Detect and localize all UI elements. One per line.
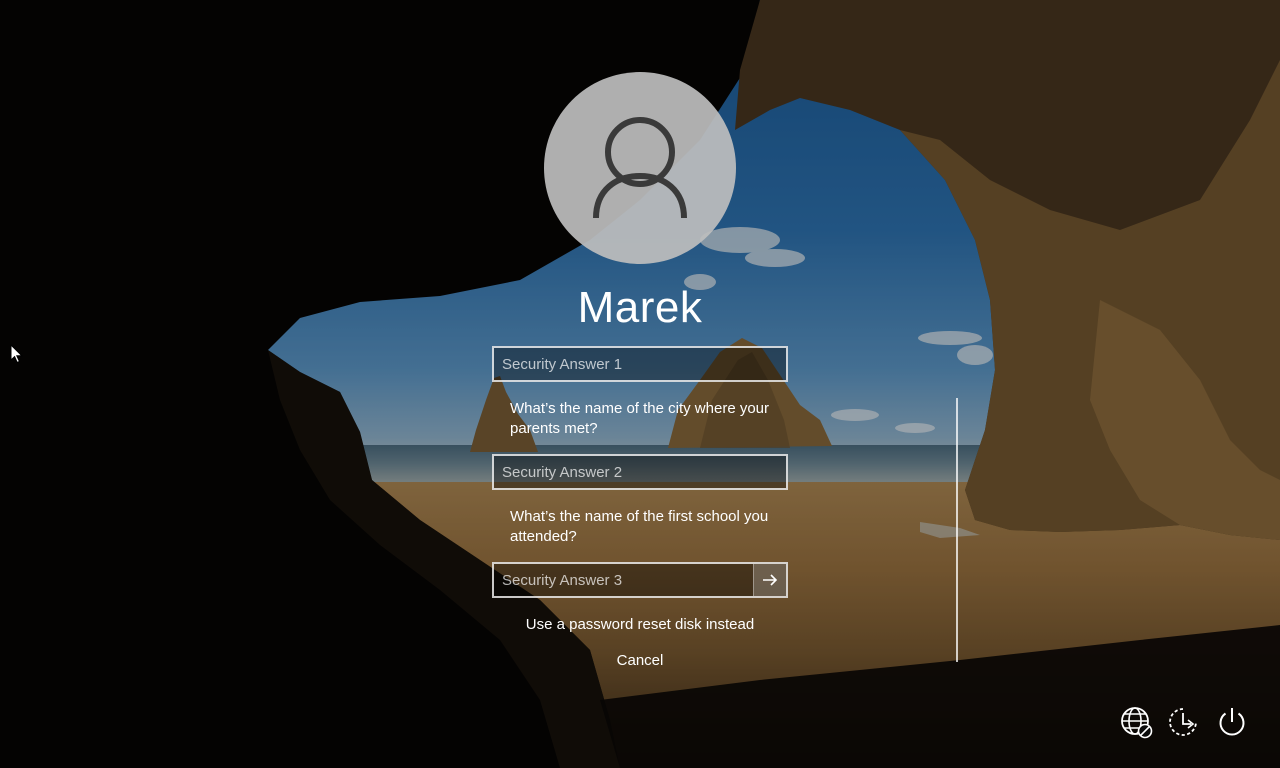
security-answer-1-field[interactable] — [492, 346, 788, 382]
network-globe-icon — [1121, 707, 1153, 739]
security-question-1: What’s the name of the city where your p… — [510, 400, 770, 437]
submit-button[interactable] — [753, 564, 786, 596]
security-answer-2-field[interactable] — [492, 454, 788, 490]
user-name: Marek — [577, 283, 703, 332]
security-question-2: What’s the name of the first school you … — [510, 508, 769, 545]
arrow-right-icon — [763, 574, 778, 586]
ease-of-access-button[interactable] — [1165, 704, 1201, 740]
user-silhouette-icon — [593, 117, 687, 219]
security-answer-3-field[interactable] — [492, 562, 788, 598]
vertical-divider-line — [956, 398, 958, 662]
user-avatar — [544, 72, 736, 264]
security-answer-3-input[interactable] — [494, 564, 753, 596]
mouse-pointer-icon — [10, 344, 24, 364]
password-reset-disk-link[interactable]: Use a password reset disk instead — [440, 616, 840, 633]
power-button[interactable] — [1214, 704, 1250, 740]
cancel-link[interactable]: Cancel — [440, 652, 840, 669]
power-icon — [1219, 708, 1245, 736]
security-answer-1-input[interactable] — [494, 348, 786, 380]
security-answer-2-input[interactable] — [494, 456, 786, 488]
lock-screen: Marek What’s the name of the city where … — [0, 0, 1280, 768]
network-button[interactable] — [1118, 704, 1154, 740]
ease-of-access-icon — [1169, 708, 1197, 736]
